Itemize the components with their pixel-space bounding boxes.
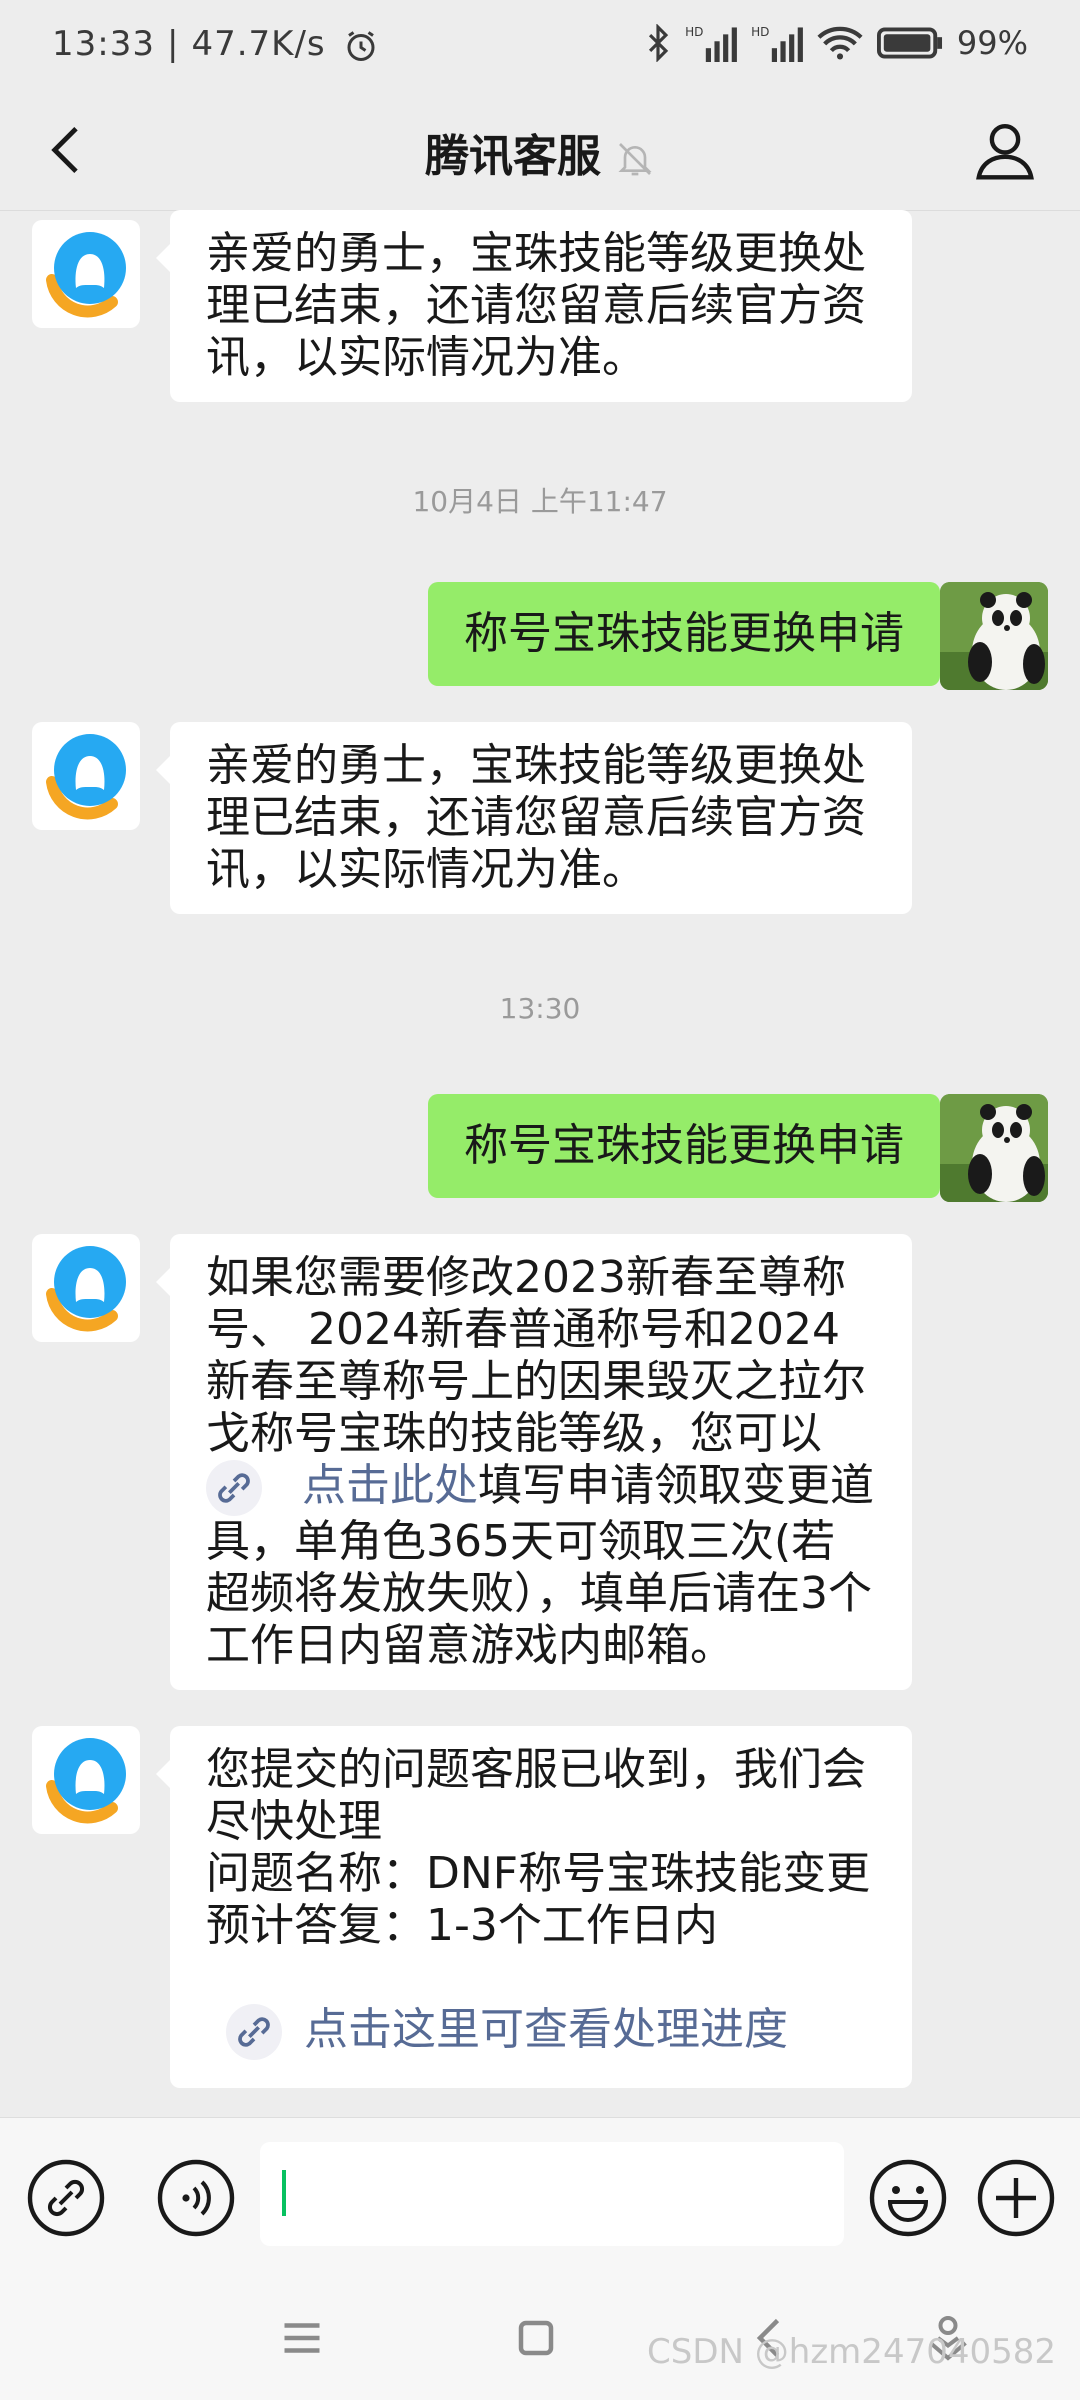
message-line: 问题名称：DNF称号宝珠技能变更 [206, 1848, 871, 1899]
service-avatar[interactable] [32, 1234, 140, 1342]
battery-level: 99% [956, 24, 1028, 62]
progress-link-row[interactable]: 点击这里可查看处理进度 [206, 2004, 876, 2060]
panda-avatar [940, 1094, 1048, 1202]
chat-timestamp: 13:30 [499, 992, 581, 1025]
link-icon[interactable] [26, 2158, 106, 2238]
service-avatar[interactable] [32, 1726, 140, 1834]
input-bar [0, 2117, 1080, 2278]
text-caret [282, 2170, 286, 2216]
status-time: 13:33 [52, 24, 155, 64]
status-left: 13:33 | 47.7K/s [52, 24, 379, 64]
chat-title: 腾讯客服 [425, 131, 601, 182]
wifi-icon [817, 26, 863, 60]
message-bubble[interactable]: 您提交的问题客服已收到，我们会尽快处理 问题名称：DNF称号宝珠技能变更 预计答… [156, 1726, 912, 2088]
status-right: HD HD 99% [645, 24, 1028, 62]
message-input[interactable] [260, 2142, 844, 2246]
svg-text:HD: HD [751, 25, 769, 39]
message-line: 预计答复：1-3个工作日内 [206, 1900, 718, 1951]
message-bubble[interactable]: 如果您需要修改2023新春至尊称号、 2024新春普通称号和2024新春至尊称号… [156, 1234, 912, 1690]
service-avatar[interactable] [32, 220, 140, 328]
my-avatar[interactable] [940, 582, 1048, 690]
my-avatar[interactable] [940, 1094, 1048, 1202]
svg-text:HD: HD [685, 25, 703, 39]
qq-service-logo [46, 230, 130, 318]
service-avatar[interactable] [32, 722, 140, 830]
chat-history[interactable]: 亲爱的勇士，宝珠技能等级更换处理已结束，还请您留意后续官方资讯，以实际情况为准。… [0, 210, 1080, 2115]
bluetooth-icon [648, 24, 669, 62]
qq-service-logo [46, 1736, 130, 1824]
chat-header: 腾讯客服 [0, 92, 1080, 211]
message-text: 如果您需要修改2023新春至尊称号、 2024新春普通称号和2024新春至尊称号… [206, 1252, 866, 1459]
status-bar: 13:33 | 47.7K/s HD HD 99% [0, 0, 1080, 92]
plus-icon[interactable] [976, 2158, 1056, 2238]
panda-avatar [940, 582, 1048, 690]
battery-icon [876, 27, 942, 59]
system-nav-bar: CSDN @hzm247040582 [0, 2278, 1080, 2400]
message-bubble[interactable]: 亲爱的勇士，宝珠技能等级更换处理已结束，还请您留意后续官方资讯，以实际情况为准。 [156, 210, 912, 402]
message-bubble[interactable]: 称号宝珠技能更换申请 [428, 1094, 954, 1198]
qq-service-logo [46, 1244, 130, 1332]
menu-icon[interactable] [272, 2308, 332, 2368]
apply-link[interactable]: 点击此处 [302, 1460, 478, 1511]
message-bubble[interactable]: 称号宝珠技能更换申请 [428, 582, 954, 686]
signal-hd-icon: HD [751, 25, 803, 62]
alarm-icon [347, 30, 375, 61]
chat-timestamp: 10月4日 上午11:47 [412, 485, 668, 518]
progress-link[interactable]: 点击这里可查看处理进度 [304, 2004, 788, 2055]
emoji-icon[interactable] [868, 2158, 948, 2238]
message-bubble[interactable]: 亲爱的勇士，宝珠技能等级更换处理已结束，还请您留意后续官方资讯，以实际情况为准。 [156, 722, 912, 914]
voice-icon[interactable] [156, 2158, 236, 2238]
qq-service-logo [46, 732, 130, 820]
person-icon[interactable] [970, 116, 1040, 186]
message-line: 您提交的问题客服已收到，我们会尽快处理 [206, 1744, 866, 1847]
bell-off-icon [618, 143, 652, 176]
network-speed: 47.7K/s [191, 24, 326, 64]
chat-title-wrap: 腾讯客服 [0, 120, 1080, 184]
link-icon [226, 2004, 282, 2060]
signal-hd-icon: HD [685, 25, 737, 62]
watermark: CSDN @hzm247040582 [647, 2332, 1056, 2372]
home-square-icon[interactable] [506, 2308, 566, 2368]
link-icon [206, 1460, 262, 1516]
